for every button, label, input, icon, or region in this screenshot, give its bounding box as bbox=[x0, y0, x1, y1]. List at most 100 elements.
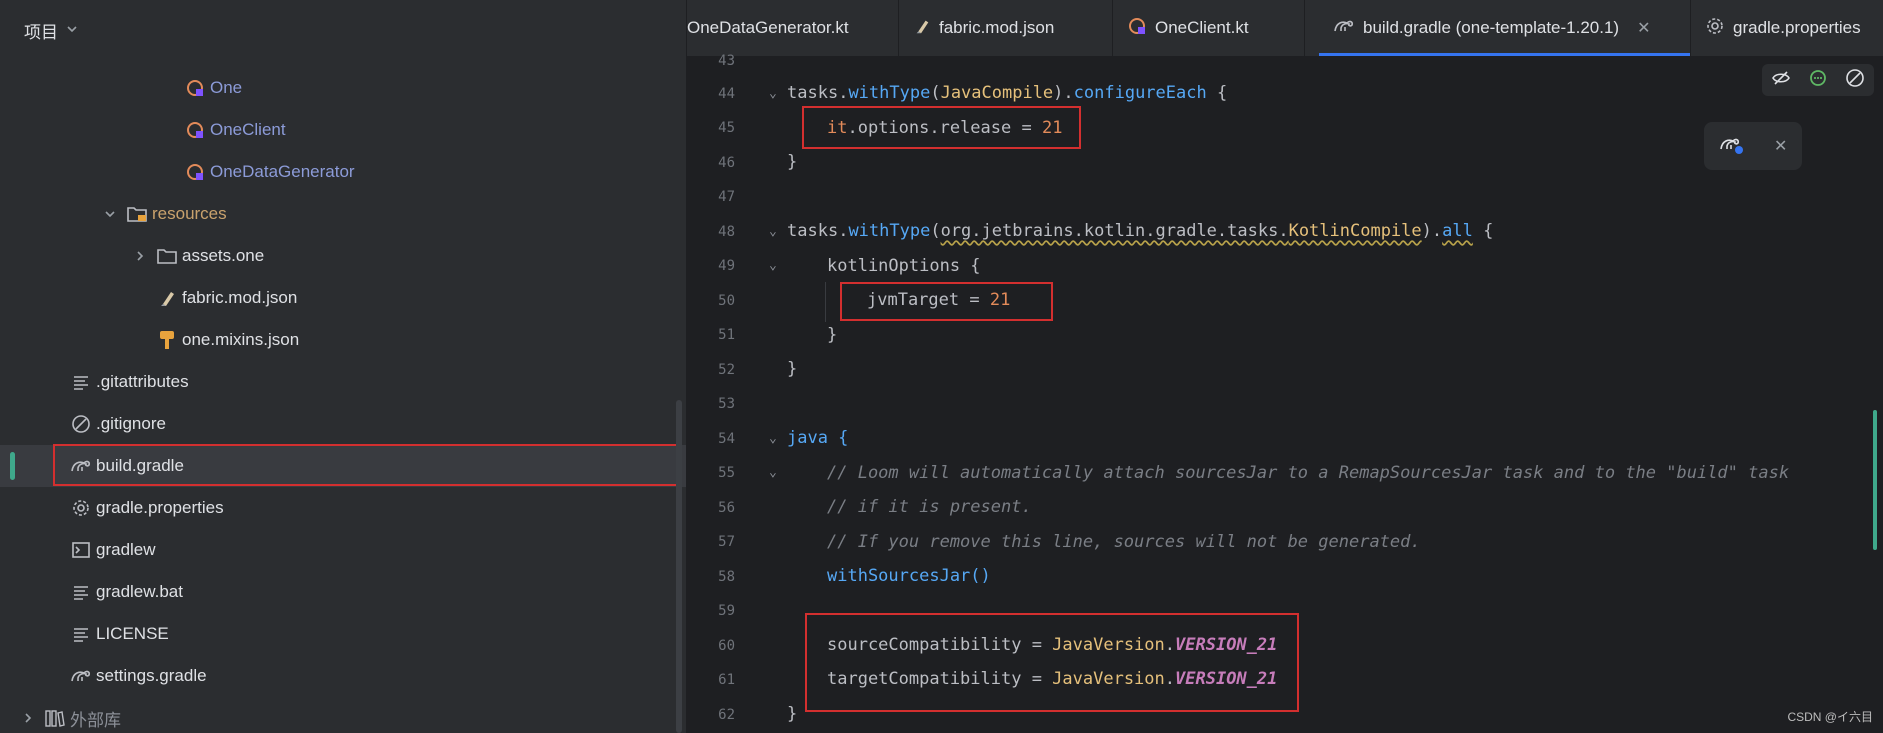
gear-icon bbox=[1705, 16, 1725, 41]
gradle-sync-icon[interactable] bbox=[1719, 133, 1745, 160]
line-number: 52 bbox=[718, 362, 735, 378]
highlight-box bbox=[802, 106, 1081, 149]
close-icon[interactable]: ✕ bbox=[1637, 18, 1650, 38]
tree-item-build-gradle[interactable]: build.gradle bbox=[0, 445, 686, 487]
tree-item-label: one.mixins.json bbox=[182, 330, 300, 349]
folder-resources-icon bbox=[126, 203, 148, 225]
kotlin-class-icon bbox=[184, 77, 206, 99]
tree-item-gradle-properties[interactable]: gradle.properties bbox=[0, 487, 686, 529]
tab-onedatagenerator[interactable]: OneDataGenerator.kt bbox=[687, 0, 899, 56]
tree-item-label: gradlew bbox=[96, 540, 156, 559]
line-number: 61 bbox=[718, 672, 735, 688]
ok-status-icon[interactable] bbox=[1808, 68, 1828, 93]
ignore-icon bbox=[70, 413, 92, 435]
chevron-right-icon[interactable] bbox=[18, 712, 38, 724]
fold-icon[interactable]: ⌄ bbox=[769, 465, 777, 480]
tree-item-label: .gitattributes bbox=[96, 372, 189, 391]
chevron-down-icon bbox=[66, 22, 78, 38]
tree-item-label: assets.one bbox=[182, 246, 265, 265]
tab-build-gradle[interactable]: build.gradle (one-template-1.20.1) ✕ bbox=[1319, 0, 1691, 56]
tab-label: OneClient.kt bbox=[1155, 18, 1249, 37]
json-icon bbox=[156, 287, 178, 309]
folder-icon bbox=[156, 245, 178, 267]
indent-guide bbox=[825, 282, 826, 322]
gradle-icon bbox=[70, 665, 92, 687]
tree-item-label: resources bbox=[152, 204, 227, 223]
editor-tab-bar: OneDataGenerator.kt fabric.mod.json OneC… bbox=[687, 0, 1883, 57]
sidebar-scrollbar[interactable] bbox=[676, 400, 682, 733]
text-lines-icon bbox=[70, 623, 92, 645]
tree-item-label: fabric.mod.json bbox=[182, 288, 298, 307]
ban-icon[interactable] bbox=[1845, 68, 1865, 93]
tab-label: build.gradle (one-template-1.20.1) bbox=[1363, 18, 1620, 37]
tree-item-label: gradlew.bat bbox=[96, 582, 183, 601]
tree-item-label: OneDataGenerator bbox=[210, 162, 355, 181]
line-number: 44 bbox=[718, 86, 735, 102]
chevron-right-icon[interactable] bbox=[130, 250, 150, 262]
code-line-44: tasks.withType(JavaCompile).configureEac… bbox=[787, 83, 1228, 103]
close-icon[interactable]: ✕ bbox=[1774, 136, 1787, 156]
line-number: 57 bbox=[718, 534, 735, 550]
code-line-52: } bbox=[787, 359, 798, 379]
line-number: 43 bbox=[718, 53, 735, 69]
kotlin-class-icon bbox=[184, 161, 206, 183]
fold-icon[interactable]: ⌄ bbox=[769, 431, 777, 446]
fold-icon[interactable]: ⌄ bbox=[769, 86, 777, 101]
text-lines-icon bbox=[70, 371, 92, 393]
tab-oneclient[interactable]: OneClient.kt bbox=[1113, 0, 1305, 56]
code-line-56: // if it is present. bbox=[827, 497, 1032, 517]
mixins-json-icon bbox=[156, 329, 178, 351]
project-header[interactable]: 项目 bbox=[24, 18, 78, 42]
line-number: 50 bbox=[718, 293, 735, 309]
tree-item-onedatagenerator[interactable]: OneDataGenerator bbox=[0, 151, 686, 193]
kotlin-class-icon bbox=[1127, 16, 1147, 41]
tree-item-gradlew-bat[interactable]: gradlew.bat bbox=[0, 571, 686, 613]
line-number: 60 bbox=[718, 638, 735, 654]
code-line-54: java { bbox=[787, 428, 849, 448]
code-editor[interactable]: OneDataGenerator.kt fabric.mod.json OneC… bbox=[687, 0, 1883, 733]
tab-gradle-properties[interactable]: gradle.properties bbox=[1691, 0, 1883, 56]
project-sidebar: 项目 One OneClient OneDataGenerator resour… bbox=[0, 0, 686, 733]
gradle-icon bbox=[1333, 16, 1355, 41]
tree-item-label: .gitignore bbox=[96, 414, 166, 433]
line-number: 58 bbox=[718, 569, 735, 585]
line-number: 49 bbox=[718, 258, 735, 274]
tree-item-one[interactable]: One bbox=[0, 67, 686, 109]
tab-fabric-mod-json[interactable]: fabric.mod.json bbox=[899, 0, 1113, 56]
tree-item-fabric-mod-json[interactable]: fabric.mod.json bbox=[0, 277, 686, 319]
tree-item-label: 外部库 bbox=[70, 710, 121, 730]
line-number: 56 bbox=[718, 500, 735, 516]
scroll-marker bbox=[1873, 410, 1877, 550]
tree-item-settings-gradle[interactable]: settings.gradle bbox=[0, 655, 686, 697]
tree-item-oneclient[interactable]: OneClient bbox=[0, 109, 686, 151]
gear-icon bbox=[70, 497, 92, 519]
code-line-62: } bbox=[787, 704, 798, 724]
fold-icon[interactable]: ⌄ bbox=[769, 258, 777, 273]
gradle-sync-popup: ✕ bbox=[1704, 122, 1802, 170]
tab-label: fabric.mod.json bbox=[939, 18, 1055, 37]
code-line-51: } bbox=[827, 325, 838, 345]
line-number: 45 bbox=[718, 120, 735, 136]
tree-item-label: settings.gradle bbox=[96, 666, 207, 685]
fold-icon[interactable]: ⌄ bbox=[769, 224, 777, 239]
tree-item-assets[interactable]: assets.one bbox=[0, 235, 686, 277]
tree-item-label: One bbox=[210, 78, 243, 97]
line-number: 54 bbox=[718, 431, 735, 447]
inspection-widget bbox=[1762, 64, 1874, 96]
tree-item-resources[interactable]: resources bbox=[0, 193, 686, 235]
tree-item-gitattributes[interactable]: .gitattributes bbox=[0, 361, 686, 403]
line-number: 62 bbox=[718, 707, 735, 723]
tree-item-license[interactable]: LICENSE bbox=[0, 613, 686, 655]
tree-item-gradlew[interactable]: gradlew bbox=[0, 529, 686, 571]
tree-item-external-libraries[interactable]: 外部库 bbox=[0, 697, 686, 733]
code-line-58: withSourcesJar() bbox=[827, 566, 991, 586]
eye-off-icon[interactable] bbox=[1771, 68, 1791, 93]
chevron-down-icon[interactable] bbox=[100, 208, 120, 220]
tab-label: OneDataGenerator.kt bbox=[687, 18, 849, 37]
highlight-box bbox=[840, 282, 1053, 321]
tree-item-gitignore[interactable]: .gitignore bbox=[0, 403, 686, 445]
tree-item-mixins-json[interactable]: one.mixins.json bbox=[0, 319, 686, 361]
line-number: 55 bbox=[718, 465, 735, 481]
tree-item-label: OneClient bbox=[210, 120, 286, 139]
code-line-49: kotlinOptions { bbox=[827, 256, 981, 276]
